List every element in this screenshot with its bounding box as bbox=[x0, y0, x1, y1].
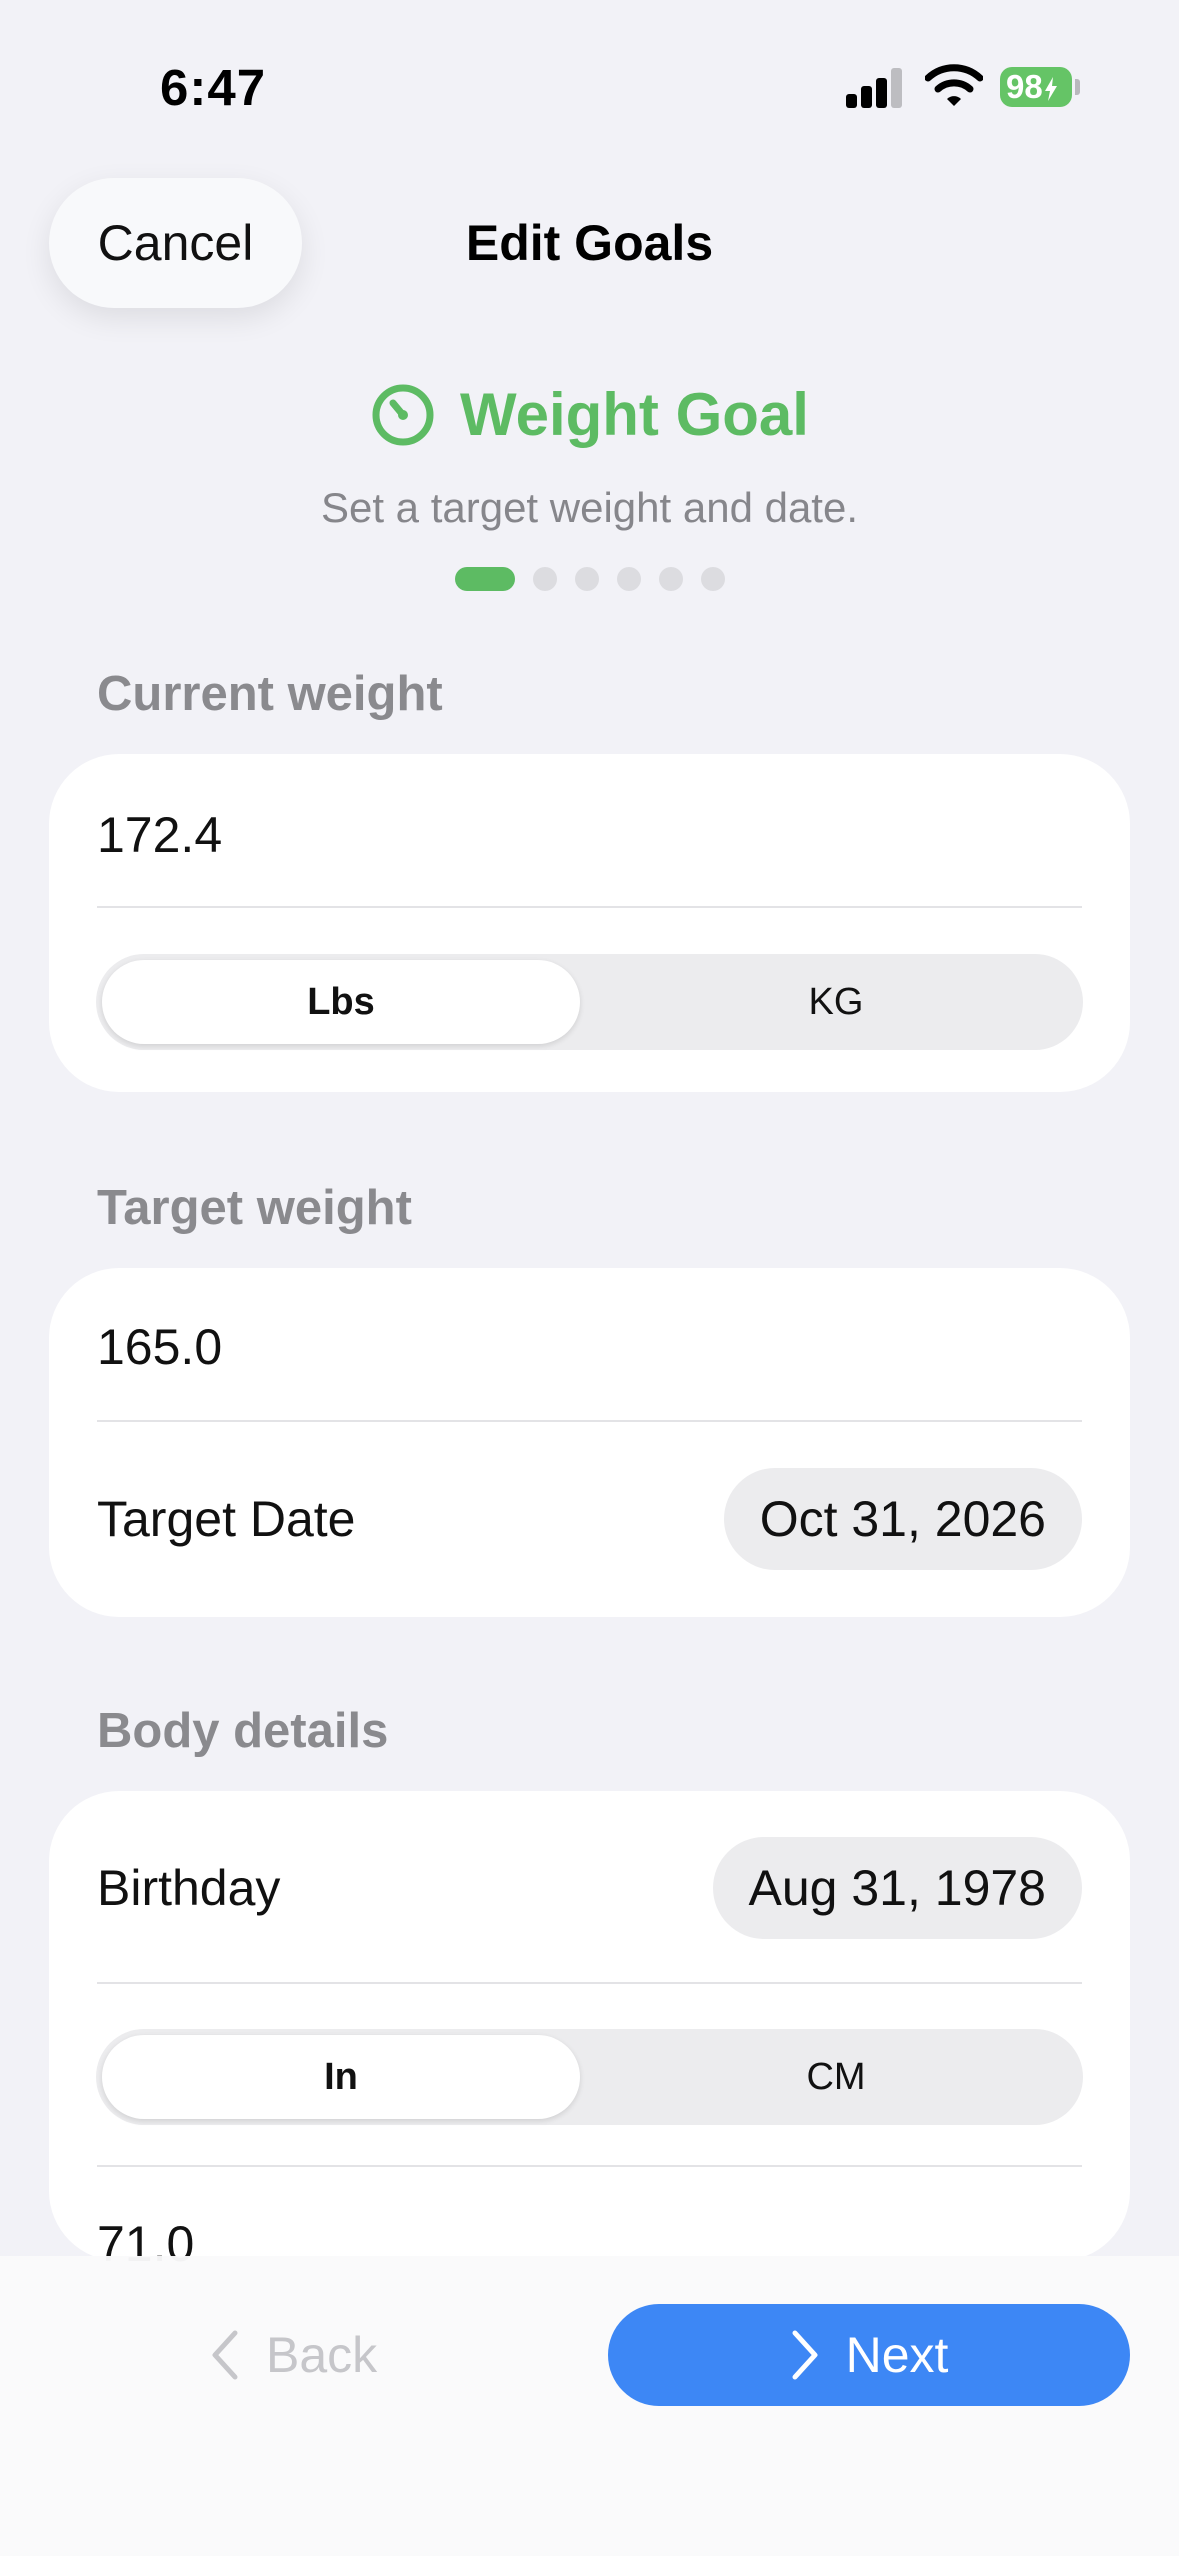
height-unit-selector: In CM bbox=[96, 2029, 1083, 2125]
step-dot bbox=[659, 567, 683, 591]
unit-cm-option[interactable]: CM bbox=[596, 2035, 1076, 2119]
charging-bolt-icon bbox=[1044, 77, 1057, 101]
cellular-signal-icon bbox=[846, 68, 902, 108]
target-weight-input[interactable]: 165.0 bbox=[97, 1318, 222, 1376]
unit-kg-option[interactable]: KG bbox=[596, 960, 1076, 1044]
target-date-picker[interactable]: Oct 31, 2026 bbox=[723, 1468, 1082, 1570]
goal-subtitle: Set a target weight and date. bbox=[320, 484, 859, 531]
goal-title: Weight Goal bbox=[460, 381, 809, 448]
chevron-right-icon bbox=[792, 2330, 818, 2380]
step-dot bbox=[533, 567, 557, 591]
divider bbox=[97, 1982, 1082, 1984]
gauge-icon bbox=[372, 384, 434, 445]
next-button[interactable]: Next bbox=[608, 2304, 1130, 2406]
target-weight-card: 165.0 Target Date Oct 31, 2026 bbox=[49, 1268, 1130, 1617]
current-weight-label: Current weight bbox=[97, 667, 443, 721]
body-details-label: Body details bbox=[97, 1704, 389, 1758]
step-dot bbox=[617, 567, 641, 591]
step-dot bbox=[701, 567, 725, 591]
chevron-left-icon bbox=[212, 2330, 238, 2380]
unit-lbs-option[interactable]: Lbs bbox=[102, 960, 580, 1044]
wifi-icon bbox=[925, 64, 983, 106]
next-button-label: Next bbox=[845, 2327, 949, 2383]
target-date-label: Target Date bbox=[97, 1491, 356, 1547]
current-weight-input[interactable]: 172.4 bbox=[97, 806, 222, 864]
divider bbox=[97, 1420, 1082, 1422]
step-dot bbox=[575, 567, 599, 591]
step-dot-active bbox=[455, 567, 515, 591]
current-weight-card: 172.4 Lbs KG bbox=[49, 754, 1130, 1092]
battery-level: 98 bbox=[1006, 68, 1043, 105]
goal-header: Weight Goal bbox=[0, 380, 1179, 449]
status-bar: 6:47 98 bbox=[0, 0, 1179, 170]
divider bbox=[97, 906, 1082, 908]
birthday-label: Birthday bbox=[97, 1860, 281, 1916]
status-time: 6:47 bbox=[160, 59, 267, 116]
step-indicator bbox=[455, 566, 725, 592]
weight-unit-selector: Lbs KG bbox=[96, 954, 1083, 1050]
body-details-card: Birthday Aug 31, 1978 In CM 71.0 bbox=[49, 1791, 1130, 2272]
bottom-action-bar bbox=[0, 2256, 1179, 2556]
back-button[interactable]: Back bbox=[210, 2318, 377, 2392]
birthday-picker[interactable]: Aug 31, 1978 bbox=[712, 1837, 1082, 1939]
battery-nub bbox=[1075, 79, 1080, 95]
battery-icon: 98 bbox=[1000, 67, 1072, 107]
page-title: Edit Goals bbox=[465, 215, 714, 271]
unit-in-option[interactable]: In bbox=[102, 2035, 580, 2119]
divider bbox=[97, 2165, 1082, 2167]
back-button-label: Back bbox=[266, 2327, 378, 2383]
target-weight-label: Target weight bbox=[97, 1181, 412, 1235]
